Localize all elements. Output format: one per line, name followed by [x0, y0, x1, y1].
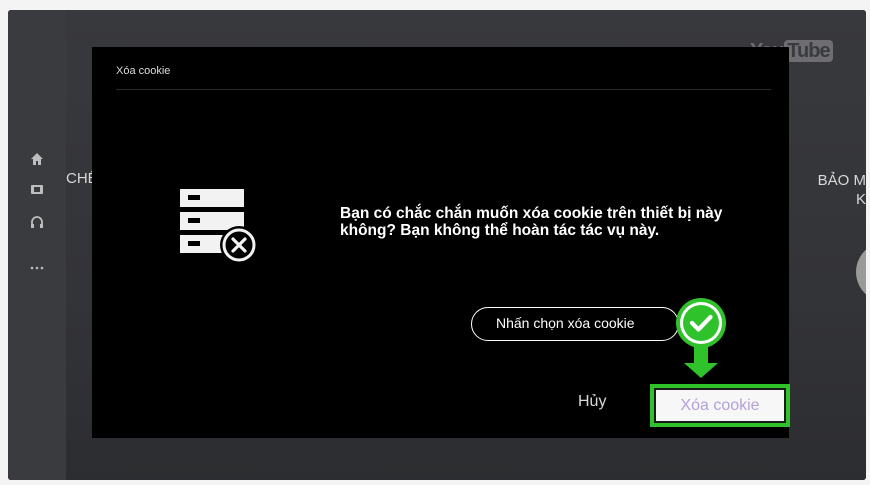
headphones-icon[interactable]	[30, 215, 44, 232]
home-icon[interactable]	[30, 152, 44, 169]
instruction-tooltip: Nhấn chọn xóa cookie	[471, 307, 679, 341]
cancel-button[interactable]: Hủy	[578, 393, 606, 411]
delete-cookie-dialog: Xóa cookie Bạn có chắc chắn muốn xóa coo…	[92, 47, 790, 438]
delete-cookie-button[interactable]: Xóa cookie	[650, 384, 790, 427]
check-icon	[676, 298, 726, 378]
server-delete-icon	[180, 189, 258, 264]
left-rail	[8, 10, 66, 480]
tv-icon[interactable]	[30, 182, 44, 199]
background-right-label-line2: K	[855, 191, 866, 208]
dialog-title: Xóa cookie	[116, 65, 171, 77]
more-dots-icon[interactable]	[30, 260, 44, 274]
dialog-message: Bạn có chắc chắn muốn xóa cookie trên th…	[340, 205, 723, 239]
delete-cookie-button-label: Xóa cookie	[656, 390, 784, 421]
dialog-divider	[116, 89, 771, 90]
background-right-label: BẢO M K	[808, 171, 866, 209]
background-right-label-line1: BẢO M	[817, 172, 866, 189]
